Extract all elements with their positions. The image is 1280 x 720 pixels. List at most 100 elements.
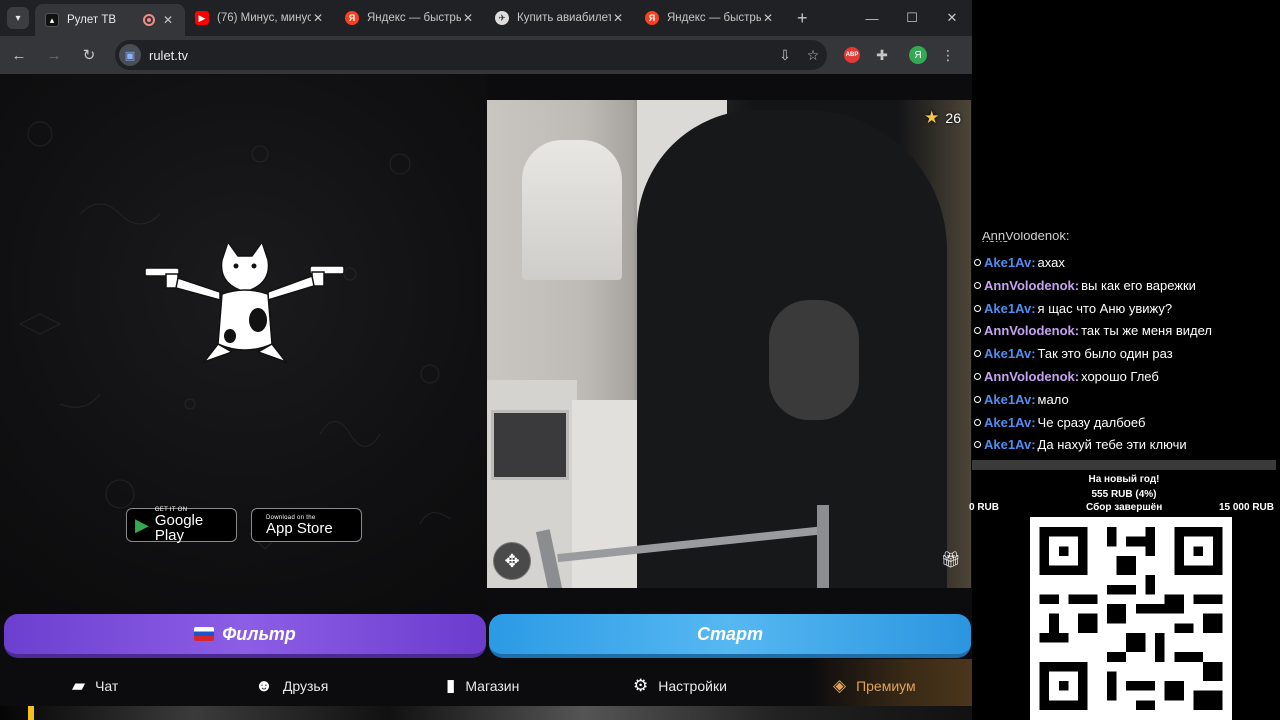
google-play-button[interactable]: ▶ GET IT ON Google Play — [126, 507, 237, 543]
badge-icon — [974, 304, 981, 312]
badge-icon — [974, 258, 981, 266]
close-tab-icon[interactable]: ✕ — [161, 13, 175, 27]
new-tab-button[interactable]: + — [797, 8, 808, 29]
tab-yandex-2[interactable]: Я Яндекс — быстрый ✕ — [635, 0, 785, 36]
window-controls: — ☐ ✕ — [852, 0, 972, 36]
chat-text: ахах — [1037, 254, 1065, 270]
url-text: rulet.tv — [149, 47, 189, 63]
tab-yandex-1[interactable]: Я Яндекс — быстрый ✕ — [335, 0, 485, 36]
tab-title: Рулет ТВ — [67, 14, 117, 26]
chat-message: Ake1Av: я щас что Аню увижу? — [972, 297, 1172, 319]
install-app-icon[interactable]: ⇩ — [771, 47, 799, 64]
badge-icon — [974, 395, 981, 403]
adblock-icon: ABP — [844, 47, 860, 63]
chat-message: AnnVolodenok: хорошо Глеб — [972, 365, 1159, 387]
chat-message-cut: AnnVolodenok: хаха — [982, 232, 1070, 242]
badge-icon — [974, 440, 981, 448]
nav-premium[interactable]: ◈ Премиум — [833, 676, 916, 696]
chat-message: Ake1Av: ахах — [972, 251, 1065, 273]
rating-value: 26 — [945, 110, 961, 126]
tab-search-button[interactable]: ▾ — [7, 7, 29, 29]
chat-message: Ake1Av: Че сразу далбоеб — [972, 411, 1145, 433]
goal-min: 0 RUB — [969, 502, 1000, 513]
video-person — [769, 300, 859, 420]
goal-status: Сбор завершён — [1086, 502, 1163, 513]
yandex-icon: Я — [645, 11, 659, 25]
address-bar[interactable]: ▣ rulet.tv ⇩ ☆ — [115, 40, 827, 70]
arrow-left-icon: ← — [11, 46, 27, 64]
smile-icon: ☻ — [255, 676, 273, 695]
chat-username: AnnVolodenok: — [984, 322, 1080, 338]
partner-rating: ★ 26 — [924, 108, 961, 128]
rulet-page: ▶ GET IT ON Google Play Download on the … — [0, 74, 972, 720]
badge-icon — [974, 372, 981, 380]
bookmark-star-icon[interactable]: ☆ — [799, 47, 827, 64]
nav-chat-label: Чат — [95, 678, 119, 694]
adblock-extension[interactable]: ABP — [837, 40, 867, 70]
close-tab-icon[interactable]: ✕ — [311, 11, 325, 25]
maximize-icon[interactable]: ☐ — [892, 0, 932, 36]
video-background — [522, 140, 622, 280]
donation-goal-title: На новый год! — [1088, 474, 1160, 485]
gear-icon: ⚙ — [633, 676, 649, 695]
close-tab-icon[interactable]: ✕ — [761, 11, 775, 25]
bottom-strip-marker — [28, 706, 34, 720]
profile-button[interactable]: Я — [903, 40, 933, 70]
chat-text: Че сразу далбоеб — [1037, 414, 1146, 430]
nav-chat[interactable]: ▰ Чат — [72, 676, 118, 696]
app-store-button[interactable]: Download on the App Store — [251, 508, 362, 542]
partner-placeholder-panel: ▶ GET IT ON Google Play Download on the … — [0, 74, 487, 614]
youtube-icon: ▶ — [195, 11, 209, 25]
reload-button[interactable]: ↻ — [73, 39, 105, 71]
reload-icon: ↻ — [82, 47, 96, 64]
forward-button[interactable]: → — [38, 39, 70, 71]
browser-tab-strip: ▾ ▴ Рулет ТВ ✕ ▶ (76) Минус, минус ✕ Я Я… — [0, 0, 972, 36]
google-play-icon: ▶ — [135, 514, 149, 535]
app-store-big-text: App Store — [266, 519, 333, 537]
goal-max: 15 000 RUB — [1218, 502, 1274, 513]
browser-menu-button[interactable]: ⋮ — [933, 40, 963, 70]
chat-username: AnnVolodenok: — [984, 277, 1080, 293]
nav-shop[interactable]: ▮ Магазин — [446, 676, 519, 696]
chat-username: Ake1Av: — [984, 345, 1036, 361]
cat-logo — [144, 244, 345, 364]
chat-message: AnnVolodenok: вы как его варежки — [972, 274, 1196, 296]
start-label: Старт — [696, 623, 763, 644]
tab-aviasales[interactable]: ✈ Купить авиабилет ✕ — [485, 0, 635, 36]
minimize-icon[interactable]: — — [852, 0, 892, 36]
chat-username: Ake1Av: — [984, 436, 1036, 452]
shopping-bag-icon: ▮ — [446, 676, 456, 695]
aviasales-icon: ✈ — [495, 11, 509, 25]
tab-youtube[interactable]: ▶ (76) Минус, минус ✕ — [185, 0, 335, 36]
badge-icon — [974, 418, 981, 426]
chat-message: Ake1Av: Так это было один раз — [972, 342, 1173, 364]
chat-text: мало — [1037, 391, 1069, 407]
back-button[interactable]: ← — [3, 39, 35, 71]
tab-rulet[interactable]: ▴ Рулет ТВ ✕ — [35, 4, 185, 36]
star-icon: ★ — [924, 108, 940, 127]
russia-flag-icon — [194, 627, 215, 641]
nav-premium-label: Премиум — [856, 678, 916, 694]
close-window-icon[interactable]: ✕ — [932, 0, 972, 36]
start-button[interactable]: Старт — [489, 614, 971, 658]
nav-friends-label: Друзья — [282, 678, 329, 694]
chat-username: Ake1Av: — [984, 300, 1036, 316]
extensions-button[interactable]: ✚ — [867, 40, 897, 70]
bottom-nav: ▰ Чат ☻ Друзья ▮ Магазин ⚙ Настройки ◈ П… — [0, 666, 972, 706]
gift-button[interactable]: 🎁︎ — [941, 550, 961, 570]
games-button[interactable]: ✥ — [493, 542, 531, 580]
site-info-icon[interactable]: ▣ — [119, 44, 141, 66]
gift-icon: 🎁︎ — [940, 552, 961, 569]
filter-button[interactable]: Фильтр — [4, 614, 486, 658]
stream-overlay: AnnVolodenok: хаха Ake1Av: ахах AnnVolod… — [969, 0, 1280, 720]
nav-friends[interactable]: ☻ Друзья — [255, 676, 328, 696]
tag-icon: ◈ — [833, 676, 847, 695]
badge-icon — [974, 349, 981, 357]
nav-settings[interactable]: ⚙ Настройки — [633, 676, 727, 696]
chat-text: вы как его варежки — [1081, 277, 1196, 293]
video-background — [491, 410, 569, 480]
close-tab-icon[interactable]: ✕ — [461, 11, 475, 25]
chat-bubble-icon: ▰ — [72, 676, 86, 695]
chat-message: Ake1Av: мало — [972, 388, 1069, 410]
close-tab-icon[interactable]: ✕ — [611, 11, 625, 25]
